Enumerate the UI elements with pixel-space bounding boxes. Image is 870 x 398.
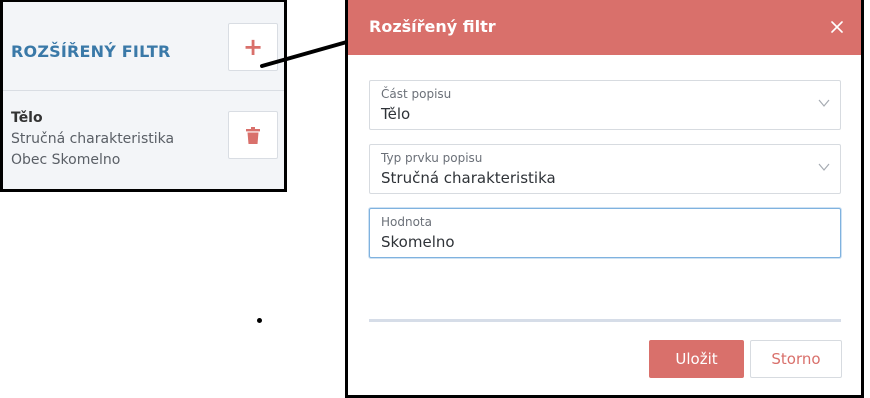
value-input-label: Hodnota: [381, 215, 432, 229]
trash-icon: [246, 126, 260, 144]
cancel-button[interactable]: Storno: [750, 340, 842, 378]
advanced-filter-dialog: Rozšířený filtr Část popisu Tělo Typ prv…: [345, 0, 864, 398]
filter-entry-type: Stručná charakteristika: [11, 131, 175, 147]
value-input[interactable]: Hodnota Skomelno: [369, 208, 841, 258]
footer-divider: [369, 319, 841, 322]
panel-title: ROZŠÍŘENÝ FILTR: [11, 42, 171, 61]
part-select[interactable]: Část popisu Tělo: [369, 80, 841, 130]
close-icon: [831, 21, 843, 33]
plus-icon: +: [242, 33, 264, 61]
save-button[interactable]: Uložit: [649, 340, 744, 378]
panel-header: ROZŠÍŘENÝ FILTR +: [3, 2, 284, 91]
stray-dot: [257, 318, 262, 323]
advanced-filter-panel: ROZŠÍŘENÝ FILTR + Tělo Stručná charakter…: [0, 0, 287, 192]
dialog-header: Rozšířený filtr: [348, 0, 861, 55]
chevron-down-icon: [818, 99, 830, 107]
close-button[interactable]: [827, 17, 847, 37]
dialog-title: Rozšířený filtr: [369, 17, 496, 36]
filter-entry-part: Tělo: [11, 110, 43, 126]
add-filter-button[interactable]: +: [228, 23, 278, 71]
element-type-label: Typ prvku popisu: [381, 151, 483, 165]
filter-entry: Tělo Stručná charakteristika Obec Skomel…: [11, 108, 174, 171]
part-select-value: Tělo: [381, 105, 411, 123]
value-input-text[interactable]: Skomelno: [381, 233, 455, 251]
delete-filter-button[interactable]: [228, 111, 278, 159]
part-select-label: Část popisu: [381, 87, 452, 101]
filter-entry-value: Obec Skomelno: [11, 152, 121, 168]
element-type-select[interactable]: Typ prvku popisu Stručná charakteristika: [369, 144, 841, 194]
chevron-down-icon: [818, 163, 830, 171]
element-type-value: Stručná charakteristika: [381, 169, 556, 187]
